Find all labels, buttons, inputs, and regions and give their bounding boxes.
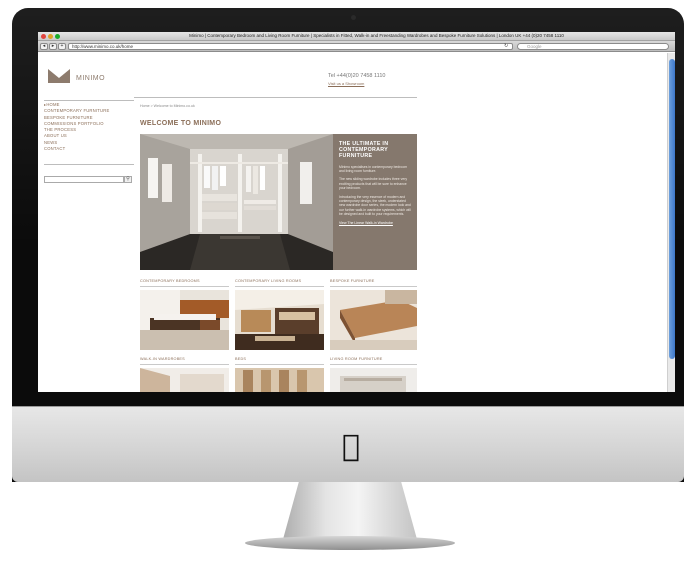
refresh-icon[interactable]: ↻ xyxy=(504,43,508,49)
hero-walk-in-wardrobe-link[interactable]: View The Linear Walk-in Wardrobe xyxy=(339,221,411,225)
category-label-living-room-furniture[interactable]: LIVING ROOM FURNITURE xyxy=(330,357,383,361)
category-label-beds[interactable]: BEDS xyxy=(235,357,246,361)
visit-showroom-link[interactable]: Visit us a Showroom xyxy=(328,81,364,86)
nav-bottom-divider xyxy=(44,164,134,165)
category-label-walk-in-wardrobes[interactable]: WALK-IN WARDROBES xyxy=(140,357,185,361)
camera-icon xyxy=(351,15,356,20)
browser-search-input[interactable]: Google xyxy=(517,43,669,50)
browser-toolbar: ◂ ▸ + http://www.minimo.co.uk/home ↻ ⚲ G… xyxy=(38,41,675,52)
logo-text[interactable]: MINIMO xyxy=(76,75,105,82)
hero-wardrobe-photo xyxy=(140,134,333,270)
page-title: WELCOME TO MINIMO xyxy=(140,120,222,127)
category-image-walk-in-wardrobes[interactable] xyxy=(140,368,229,392)
imac-stand xyxy=(282,482,418,540)
screen: Minimo | Contemporary Bedroom and Living… xyxy=(38,32,675,392)
website-page: MINIMO Tel +44(0)20 7458 1110 Visit us a… xyxy=(38,53,666,392)
zoom-window-button[interactable] xyxy=(55,34,60,39)
nav-top-divider xyxy=(44,100,134,101)
browser-titlebar: Minimo | Contemporary Bedroom and Living… xyxy=(38,32,675,41)
category-divider xyxy=(330,286,417,287)
bespoke-illustration xyxy=(330,290,417,350)
phone-number: Tel +44(0)20 7458 1110 xyxy=(328,73,386,79)
category-label-contemporary-living-rooms[interactable]: CONTEMPORARY LIVING ROOMS xyxy=(235,279,301,283)
hero-paragraph: The new sliding wardrobe includes three … xyxy=(339,177,408,191)
apple-logo-icon:  xyxy=(337,430,365,464)
category-label-bespoke-furniture[interactable]: BESPOKE FURNITURE xyxy=(330,279,375,283)
add-bookmark-button[interactable]: + xyxy=(58,43,66,50)
category-divider xyxy=(235,286,324,287)
hero-heading: THE ULTIMATE IN CONTEMPORARY FURNITURE xyxy=(339,141,389,160)
scrollbar-thumb[interactable] xyxy=(669,59,675,359)
hero-text-panel: THE ULTIMATE IN CONTEMPORARY FURNITURE M… xyxy=(333,134,417,270)
minimo-logo-icon[interactable] xyxy=(48,69,70,83)
category-divider xyxy=(330,364,417,365)
beds-illustration xyxy=(235,368,324,392)
living-room-illustration xyxy=(235,290,324,350)
vertical-scrollbar[interactable] xyxy=(667,53,675,392)
hero-paragraph: Minimo specialises in contemporary bedro… xyxy=(339,164,408,174)
site-search-input[interactable] xyxy=(44,176,124,183)
category-label-contemporary-bedrooms[interactable]: CONTEMPORARY BEDROOMS xyxy=(140,279,200,283)
back-button[interactable]: ◂ xyxy=(40,43,48,50)
category-image-contemporary-living-rooms[interactable] xyxy=(235,290,324,350)
category-image-living-room-furniture[interactable] xyxy=(330,368,417,392)
walk-in-illustration xyxy=(140,368,229,392)
breadcrumb: Home > Welcome to Minimo.co.uk xyxy=(140,104,195,108)
site-search-button[interactable]: ⚲ xyxy=(124,176,132,183)
address-bar[interactable]: http://www.minimo.co.uk/home xyxy=(68,43,513,50)
imac-stand-base xyxy=(245,536,455,550)
category-divider xyxy=(235,364,324,365)
category-image-beds[interactable] xyxy=(235,368,324,392)
forward-button[interactable]: ▸ xyxy=(49,43,57,50)
category-divider xyxy=(140,364,229,365)
hero-paragraph: Introducing the very essence of modern a… xyxy=(339,194,411,217)
bedroom-illustration xyxy=(140,290,229,350)
category-divider xyxy=(140,286,229,287)
nav-item-contact[interactable]: CONTACT xyxy=(44,146,134,152)
minimize-window-button[interactable] xyxy=(48,34,53,39)
living-room-furniture-illustration xyxy=(330,368,417,392)
main-navigation: HOME CONTEMPORARY FURNITURE BESPOKE FURN… xyxy=(44,102,134,152)
close-window-button[interactable] xyxy=(41,34,46,39)
window-title: Minimo | Contemporary Bedroom and Living… xyxy=(189,33,564,38)
category-image-contemporary-bedrooms[interactable] xyxy=(140,290,229,350)
category-image-bespoke-furniture[interactable] xyxy=(330,290,417,350)
header-divider xyxy=(134,97,417,98)
wardrobe-illustration xyxy=(140,134,333,270)
